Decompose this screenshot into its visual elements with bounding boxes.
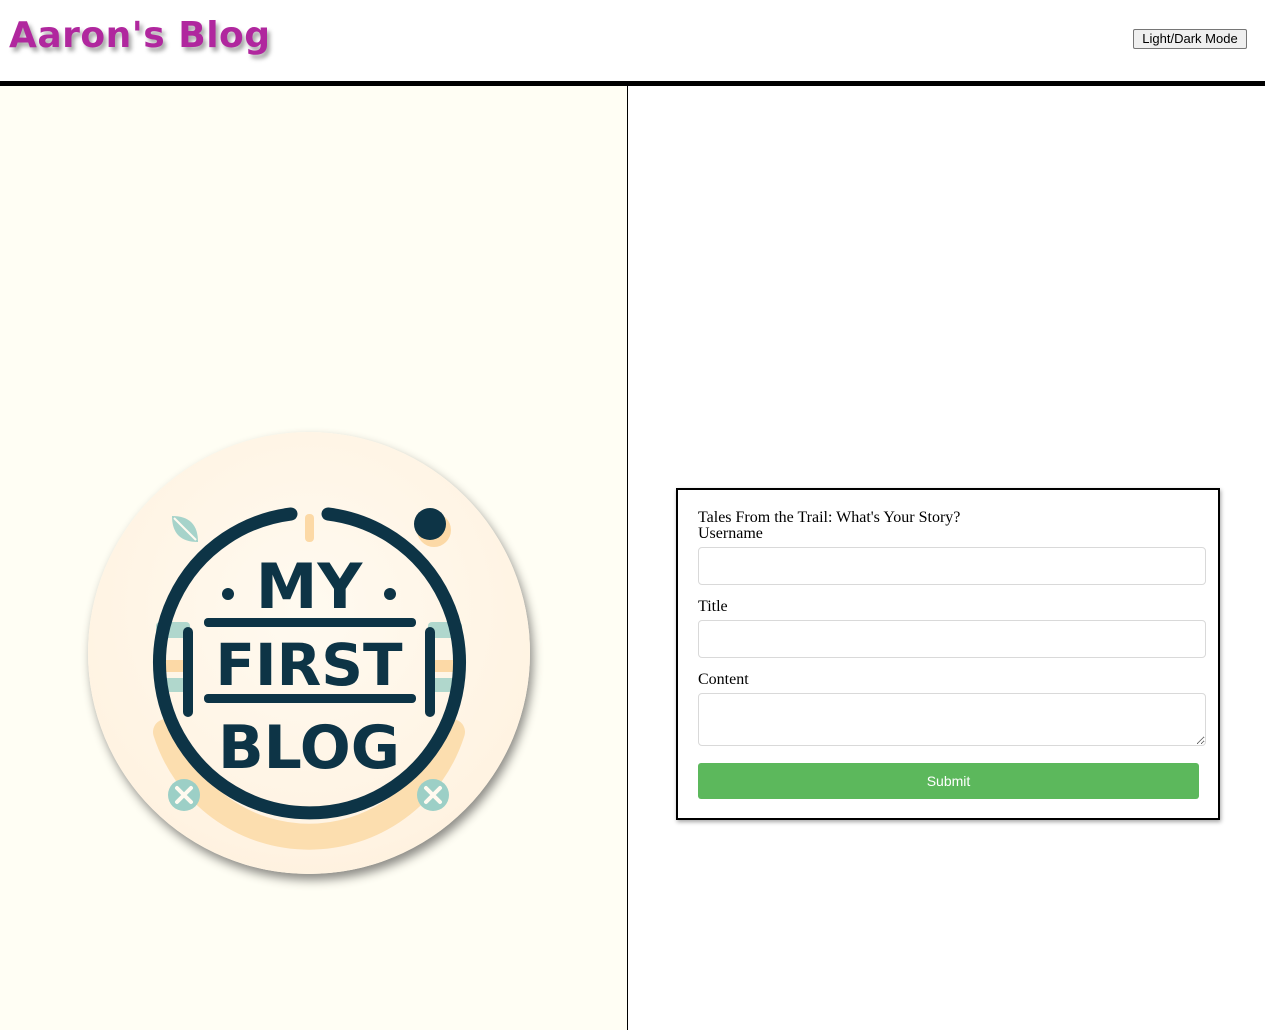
story-form: Tales From the Trail: What's Your Story?… <box>676 488 1220 820</box>
content-textarea[interactable] <box>698 693 1206 746</box>
site-header: Aaron's Blog Light/Dark Mode <box>0 0 1265 81</box>
submit-button[interactable]: Submit <box>698 763 1199 799</box>
form-heading: Tales From the Trail: What's Your Story? <box>698 509 961 526</box>
username-label: Username <box>698 525 763 542</box>
username-input[interactable] <box>698 547 1206 585</box>
light-dark-mode-button[interactable]: Light/Dark Mode <box>1133 29 1247 49</box>
logo-word-my: MY <box>256 550 364 623</box>
site-title: Aaron's Blog <box>9 15 271 56</box>
blog-logo-graphic: MY FIRST BLOG <box>153 507 466 850</box>
blog-logo: MY FIRST BLOG <box>88 432 530 874</box>
logo-word-first: FIRST <box>215 631 403 699</box>
logo-word-blog: BLOG <box>218 713 400 783</box>
title-label: Title <box>698 598 728 615</box>
title-input[interactable] <box>698 620 1206 658</box>
content-label: Content <box>698 671 749 688</box>
